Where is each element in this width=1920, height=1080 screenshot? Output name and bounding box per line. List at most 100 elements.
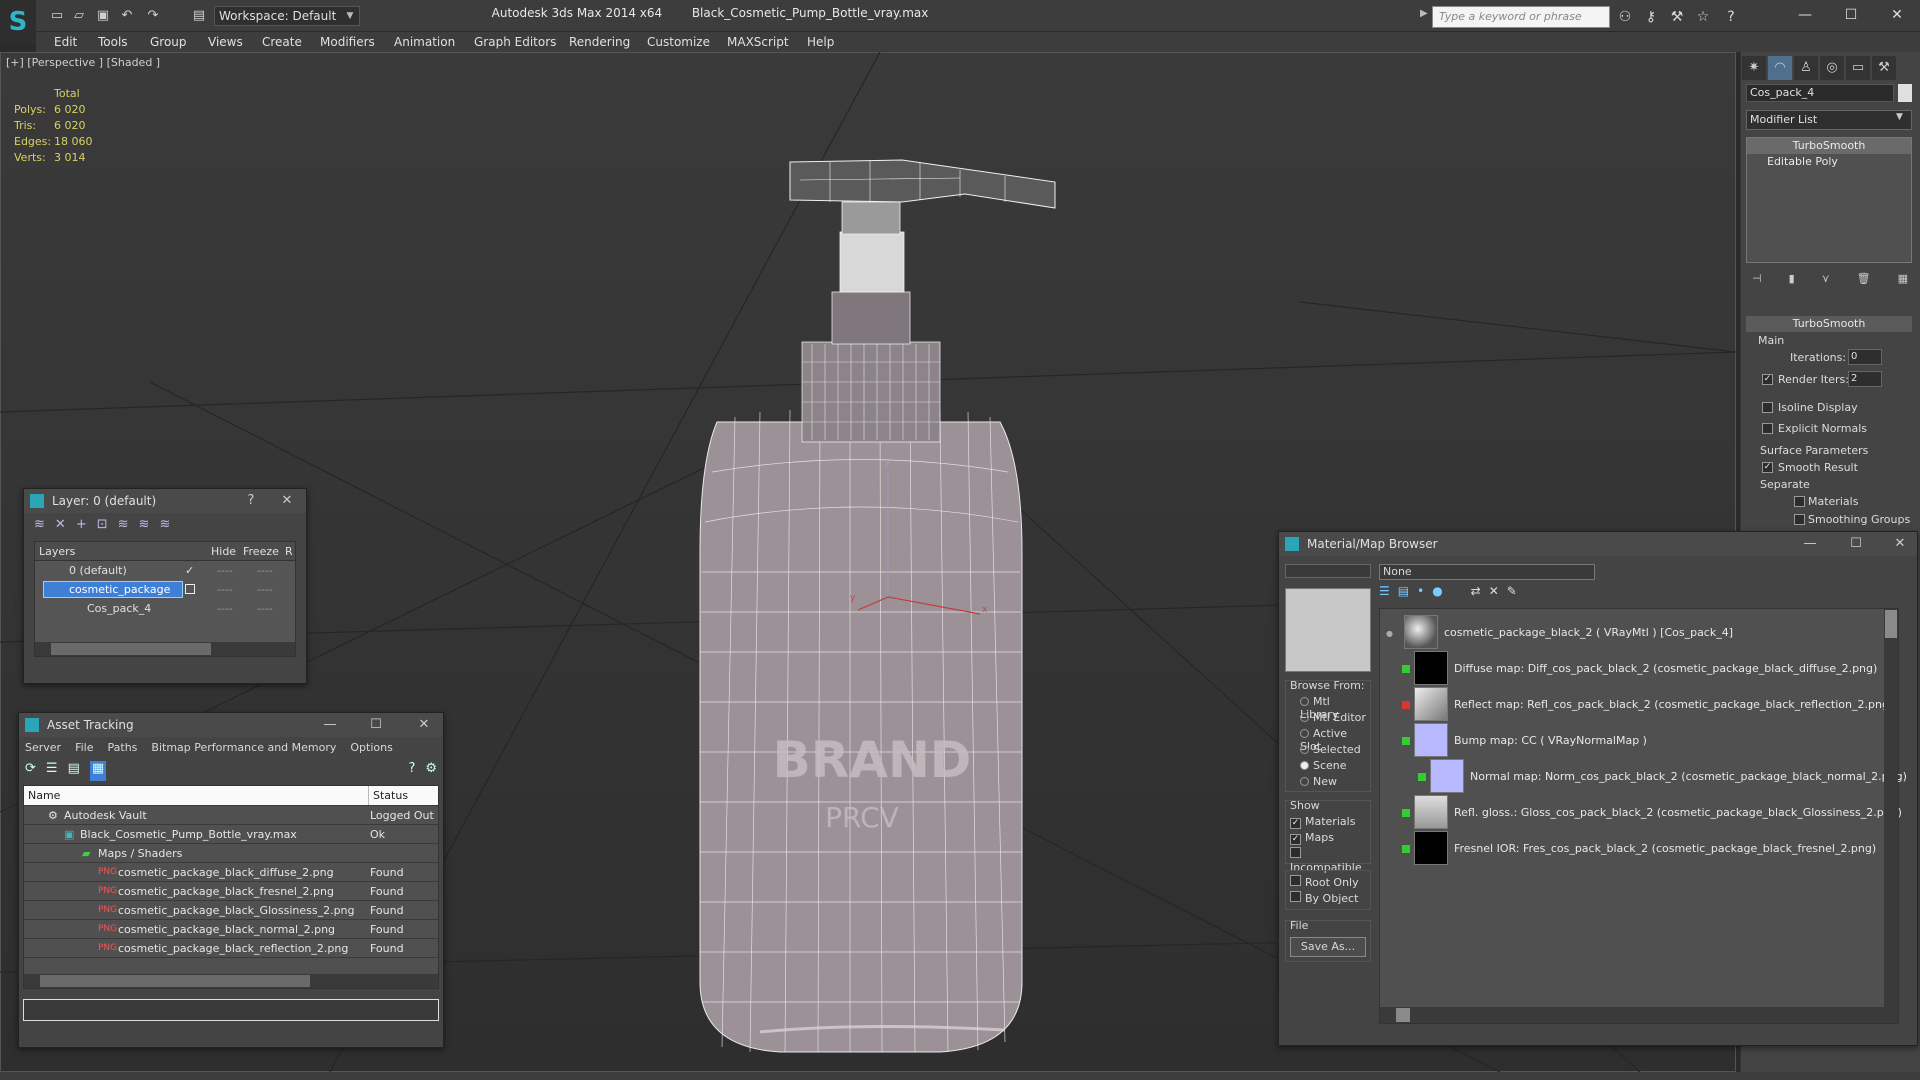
menu-views[interactable]: Views	[208, 33, 243, 51]
delete-layer-icon[interactable]: ✕	[55, 517, 66, 535]
close-icon[interactable]: ✕	[1885, 532, 1915, 556]
menu-options[interactable]: Options	[350, 737, 392, 759]
by-object-option[interactable]: By Object	[1290, 891, 1358, 905]
menu-create[interactable]: Create	[262, 33, 302, 51]
show-end-result-icon[interactable]: ▮	[1789, 272, 1795, 290]
chevron-down-icon[interactable]: ▼	[1896, 112, 1903, 122]
layer-hide[interactable]: ----	[217, 580, 233, 599]
layer-freeze[interactable]: ----	[257, 599, 273, 618]
key-icon[interactable]: ⚷	[1640, 6, 1662, 28]
settings-icon[interactable]: ⚙	[425, 761, 437, 781]
list-view-icon[interactable]: ☰	[46, 761, 58, 781]
utilities-tab-icon[interactable]: ⚒	[1872, 56, 1896, 80]
browse-new[interactable]: New	[1300, 775, 1337, 788]
asset-window-titlebar[interactable]: Asset Tracking — ☐ ✕	[19, 713, 443, 737]
table-row[interactable]: PNG cosmetic_package_black_Glossiness_2.p…	[24, 901, 438, 920]
update-scene-icon[interactable]: ⇄	[1471, 584, 1481, 602]
horizontal-scrollbar[interactable]	[1380, 1007, 1898, 1023]
select-objects-icon[interactable]: ⊡	[97, 517, 108, 535]
expand-arrow-icon[interactable]: ▶	[1420, 8, 1428, 19]
menu-paths[interactable]: Paths	[108, 737, 138, 759]
table-row[interactable]: ▣ Black_Cosmetic_Pump_Bottle_vray.max Ok	[24, 825, 438, 844]
binoculars-icon[interactable]: ⚇	[1614, 6, 1636, 28]
vertical-scrollbar[interactable]	[1884, 609, 1898, 1023]
separate-materials-checkbox[interactable]	[1794, 496, 1805, 507]
menu-rendering[interactable]: Rendering	[569, 33, 630, 51]
help-icon[interactable]: ?	[236, 489, 266, 513]
root-only-option[interactable]: Root Only	[1290, 875, 1359, 889]
column-header-status[interactable]: Status	[368, 786, 408, 805]
browse-selected[interactable]: Selected	[1300, 743, 1361, 756]
object-name-field[interactable]: Cos_pack_4	[1746, 84, 1894, 102]
highlight-layer-icon[interactable]: ≋	[118, 517, 129, 535]
hierarchy-tab-icon[interactable]: ♙	[1794, 56, 1818, 80]
column-header[interactable]: Hide	[211, 542, 236, 561]
menu-group[interactable]: Group	[150, 33, 187, 51]
explicit-normals-checkbox[interactable]	[1762, 423, 1773, 434]
tree-row-material[interactable]: ● cosmetic_package_black_2 ( VRayMtl ) […	[1386, 615, 1733, 651]
tree-view-icon[interactable]: ▤	[1398, 584, 1409, 602]
isoline-display-checkbox[interactable]	[1762, 402, 1773, 413]
maximize-icon[interactable]: ☐	[1828, 2, 1874, 28]
small-dot-icon[interactable]: •	[1417, 584, 1424, 602]
minimize-icon[interactable]: —	[1782, 2, 1828, 28]
layer-freeze[interactable]: ----	[257, 561, 273, 580]
save-as-button[interactable]: Save As...	[1290, 937, 1366, 957]
table-row[interactable]: ⚙ Autodesk Vault Logged Out	[24, 806, 438, 825]
stack-item-editable-poly[interactable]: Editable Poly	[1747, 154, 1911, 170]
table-row[interactable]: ▰ Maps / Shaders	[24, 844, 438, 863]
close-icon[interactable]: ✕	[1874, 2, 1920, 28]
minimize-icon[interactable]: —	[315, 713, 345, 737]
material-name-field[interactable]: None	[1379, 564, 1595, 580]
menu-graph-editors[interactable]: Graph Editors	[474, 33, 556, 51]
column-header[interactable]: Freeze	[243, 542, 279, 561]
maximize-icon[interactable]: ☐	[361, 713, 391, 737]
menu-server[interactable]: Server	[25, 737, 61, 759]
delete-icon[interactable]: ✕	[1489, 584, 1499, 602]
help-icon[interactable]: ?	[408, 761, 415, 781]
configure-sets-icon[interactable]: ▦	[1898, 272, 1908, 290]
menu-modifiers[interactable]: Modifiers	[320, 33, 375, 51]
render-iters-checkbox[interactable]: ✓	[1762, 374, 1773, 385]
asset-path-field[interactable]	[23, 999, 439, 1021]
show-materials[interactable]: ✓ Materials	[1290, 815, 1355, 829]
smooth-result-checkbox[interactable]: ✓	[1762, 462, 1773, 473]
refresh-icon[interactable]: ⟳	[25, 761, 36, 781]
active-layer-check-icon[interactable]: ✓	[185, 561, 194, 580]
remove-modifier-icon[interactable]: 🗑	[1857, 272, 1871, 290]
list-view-icon[interactable]: ☰	[1379, 584, 1390, 602]
show-maps[interactable]: ✓ Maps	[1290, 831, 1334, 845]
add-to-layer-icon[interactable]: +	[76, 517, 87, 535]
close-icon[interactable]: ✕	[409, 713, 439, 737]
motion-tab-icon[interactable]: ◎	[1820, 56, 1844, 80]
menu-file[interactable]: File	[75, 737, 93, 759]
table-view-icon[interactable]: ▦	[89, 761, 107, 781]
asset-tracking-window[interactable]: Asset Tracking — ☐ ✕ Server File Paths B…	[18, 712, 444, 1048]
freeze-all-icon[interactable]: ≋	[159, 517, 170, 535]
column-header[interactable]: R	[285, 542, 293, 561]
material-search-input[interactable]	[1285, 564, 1371, 578]
table-row[interactable]: PNG cosmetic_package_black_diffuse_2.png F…	[24, 863, 438, 882]
browse-mtl-editor[interactable]: Mtl Editor	[1300, 711, 1366, 724]
edit-icon[interactable]: ✎	[1507, 584, 1517, 602]
render-iters-spinner[interactable]: 2	[1848, 371, 1882, 387]
detail-view-icon[interactable]: ▤	[68, 761, 80, 781]
help-icon[interactable]: ?	[1720, 6, 1742, 28]
material-browser-titlebar[interactable]: Material/Map Browser — ☐ ✕	[1279, 532, 1917, 556]
menu-help[interactable]: Help	[807, 33, 834, 51]
table-row[interactable]: PNG cosmetic_package_black_normal_2.png Fo…	[24, 920, 438, 939]
layer-window-titlebar[interactable]: Layer: 0 (default) ? ✕	[24, 489, 306, 513]
layer-row[interactable]: 0 (default) ✓ ---- ----	[35, 561, 295, 580]
create-layer-icon[interactable]: ≋	[34, 517, 45, 535]
minimize-icon[interactable]: —	[1795, 532, 1825, 556]
layer-manager-window[interactable]: Layer: 0 (default) ? ✕ ≋ ✕ + ⊡ ≋ ≋ ≋ Lay…	[23, 488, 307, 684]
modify-tab-icon[interactable]: ◠	[1768, 56, 1792, 80]
layer-freeze[interactable]: ----	[257, 580, 273, 599]
menu-animation[interactable]: Animation	[394, 33, 455, 51]
sphere-icon[interactable]: ●	[1432, 584, 1442, 602]
viewport-label[interactable]: [+] [Perspective ] [Shaded ]	[6, 56, 160, 69]
menu-bitmap-performance[interactable]: Bitmap Performance and Memory	[151, 737, 336, 759]
menu-customize[interactable]: Customize	[647, 33, 710, 51]
make-unique-icon[interactable]: ⋎	[1822, 272, 1830, 290]
maximize-icon[interactable]: ☐	[1841, 532, 1871, 556]
